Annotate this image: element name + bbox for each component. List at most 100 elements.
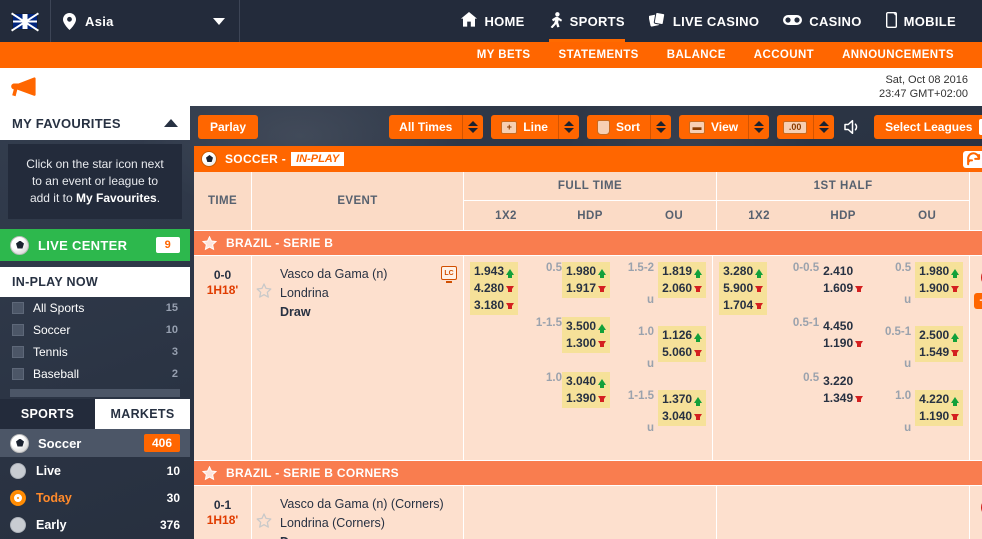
line-dropdown[interactable]: + Line <box>491 115 579 139</box>
chevron-down-icon[interactable] <box>213 18 225 25</box>
h1-ou-under-3[interactable]: 1.190 <box>919 408 960 425</box>
parlay-button[interactable]: Parlay <box>198 115 259 139</box>
ft-hdp-odds-1[interactable]: 1.980 1.917 <box>562 262 611 298</box>
view-stepper[interactable] <box>749 115 770 139</box>
away-team[interactable]: Londrina <box>258 284 457 303</box>
favourite-star-icon[interactable] <box>256 283 272 302</box>
ft-1x2-home[interactable]: 1.943 <box>474 263 515 280</box>
ft-hdp-home-2[interactable]: 3.500 <box>566 318 607 335</box>
line-stepper[interactable] <box>558 115 579 139</box>
refresh-timer[interactable]: 10 <box>962 150 982 168</box>
star-icon[interactable] <box>201 465 218 481</box>
h1-1x2-draw[interactable]: 1.704 <box>723 297 764 314</box>
star-icon[interactable] <box>201 235 218 251</box>
ft-hdp-away-3[interactable]: 1.390 <box>566 390 607 407</box>
decimal-stepper[interactable] <box>814 115 835 139</box>
h1-ou-over-3[interactable]: 4.220 <box>919 391 960 408</box>
select-leagues-button[interactable]: Select Leagues All <box>874 115 982 139</box>
ft-ou-odds-3[interactable]: 1.370 3.040 <box>658 390 707 426</box>
league-header-brazil-serie-b-corners[interactable]: BRAZIL - SERIE B CORNERS <box>194 460 982 485</box>
inplay-item-tennis[interactable]: Tennis 3 <box>0 341 190 363</box>
checkbox-icon[interactable] <box>12 324 24 336</box>
inplay-item-soccer[interactable]: Soccer 10 <box>0 319 190 341</box>
stepper-down-icon[interactable] <box>468 128 479 133</box>
ft-ou-odds-1[interactable]: 1.819 2.060 <box>658 262 707 298</box>
radio-icon[interactable] <box>10 462 26 479</box>
sort-dropdown[interactable]: Sort <box>586 115 671 139</box>
decimal-format-dropdown[interactable]: .00 <box>777 115 835 139</box>
more-markets-count[interactable]: + 10 <box>974 293 982 309</box>
inplay-item-all-sports[interactable]: All Sports 15 <box>0 297 190 319</box>
market-item-today[interactable]: Today 30 <box>0 484 190 511</box>
menu-item-sports[interactable]: SPORTS <box>537 0 637 42</box>
home-team[interactable]: Vasco da Gama (n) <box>258 265 457 284</box>
menu-item-home[interactable]: HOME <box>449 0 536 42</box>
favourite-star-icon[interactable] <box>256 513 272 532</box>
tab-sports[interactable]: SPORTS <box>0 399 95 429</box>
subnav-item-balance[interactable]: BALANCE <box>653 42 740 68</box>
ft-ou-odds-2[interactable]: 1.126 5.060 <box>658 326 707 362</box>
ft-ou-under-1[interactable]: 2.060 <box>662 280 703 297</box>
stepper-down-icon[interactable] <box>563 128 574 133</box>
ft-ou-over-2[interactable]: 1.126 <box>662 327 703 344</box>
inplay-item-baseball[interactable]: Baseball 2 <box>0 363 190 385</box>
radio-selected-icon[interactable] <box>10 489 26 506</box>
live-center-icon[interactable]: LC <box>441 266 457 283</box>
h1-ou-odds-2[interactable]: 2.500 1.549 <box>915 326 964 362</box>
menu-item-casino[interactable]: CASINO <box>771 0 873 42</box>
stepper-down-icon[interactable] <box>655 128 666 133</box>
all-times-dropdown[interactable]: All Times <box>389 115 484 139</box>
sidebar-sport-header-soccer[interactable]: Soccer 406 <box>0 429 190 457</box>
h1-ou-over-1[interactable]: 1.980 <box>919 263 960 280</box>
my-favourites-header[interactable]: MY FAVOURITES <box>0 106 190 140</box>
stepper-up-icon[interactable] <box>655 121 666 126</box>
league-header-brazil-serie-b[interactable]: BRAZIL - SERIE B <box>194 230 982 255</box>
subnav-item-announcements[interactable]: ANNOUNCEMENTS <box>828 42 968 68</box>
tab-markets[interactable]: MARKETS <box>95 399 190 429</box>
ft-1x2-away[interactable]: 4.280 <box>474 280 515 297</box>
ft-hdp-home-1[interactable]: 1.980 <box>566 263 607 280</box>
h1-hdp-home-3[interactable]: 3.220 <box>823 373 863 390</box>
h1-hdp-home-2[interactable]: 4.450 <box>823 318 863 335</box>
megaphone-icon[interactable] <box>10 75 36 100</box>
h1-ou-under-2[interactable]: 1.549 <box>919 344 960 361</box>
language-flag-button[interactable] <box>0 0 50 42</box>
ft-ou-under-3[interactable]: 3.040 <box>662 408 703 425</box>
subnav-item-statements[interactable]: STATEMENTS <box>545 42 653 68</box>
ft-hdp-odds-3[interactable]: 3.040 1.390 <box>562 372 611 408</box>
h1-ou-under-1[interactable]: 1.900 <box>919 280 960 297</box>
radio-icon[interactable] <box>10 516 26 533</box>
h1-hdp-odds-3[interactable]: 3.220 1.349 <box>819 372 867 408</box>
ft-ou-over-3[interactable]: 1.370 <box>662 391 703 408</box>
checkbox-icon[interactable] <box>12 302 24 314</box>
market-item-live[interactable]: Live 10 <box>0 457 190 484</box>
menu-item-mobile[interactable]: MOBILE <box>874 0 968 42</box>
h1-hdp-odds-1[interactable]: 2.410 1.609 <box>819 262 867 298</box>
h1-hdp-away-1[interactable]: 1.609 <box>823 280 864 297</box>
draw-label[interactable]: Draw <box>258 303 457 322</box>
all-times-stepper[interactable] <box>463 115 484 139</box>
subnav-item-account[interactable]: ACCOUNT <box>740 42 828 68</box>
ft-ou-over-1[interactable]: 1.819 <box>662 263 703 280</box>
checkbox-icon[interactable] <box>12 368 24 380</box>
h1-hdp-home-1[interactable]: 2.410 <box>823 263 863 280</box>
ft-hdp-odds-2[interactable]: 3.500 1.300 <box>562 317 611 353</box>
stepper-down-icon[interactable] <box>754 128 765 133</box>
h1-1x2-home[interactable]: 3.280 <box>723 263 764 280</box>
away-team[interactable]: Londrina (Corners) <box>258 514 457 533</box>
region-selector[interactable]: Asia <box>50 0 240 42</box>
stepper-up-icon[interactable] <box>563 121 574 126</box>
ft-hdp-away-1[interactable]: 1.917 <box>566 280 607 297</box>
menu-item-live-casino[interactable]: LIVE CASINO <box>637 0 771 42</box>
h1-ou-odds-1[interactable]: 1.980 1.900 <box>915 262 964 298</box>
h1-hdp-away-2[interactable]: 1.190 <box>823 335 864 352</box>
stepper-up-icon[interactable] <box>468 121 479 126</box>
h1-1x2-odds[interactable]: 3.280 5.900 1.704 <box>719 262 768 315</box>
sidebar-scrollbar[interactable] <box>10 389 180 397</box>
sort-stepper[interactable] <box>650 115 671 139</box>
ft-hdp-away-2[interactable]: 1.300 <box>566 335 607 352</box>
h1-ou-over-2[interactable]: 2.500 <box>919 327 960 344</box>
stepper-up-icon[interactable] <box>754 121 765 126</box>
checkbox-icon[interactable] <box>12 346 24 358</box>
stepper-up-icon[interactable] <box>819 121 830 126</box>
